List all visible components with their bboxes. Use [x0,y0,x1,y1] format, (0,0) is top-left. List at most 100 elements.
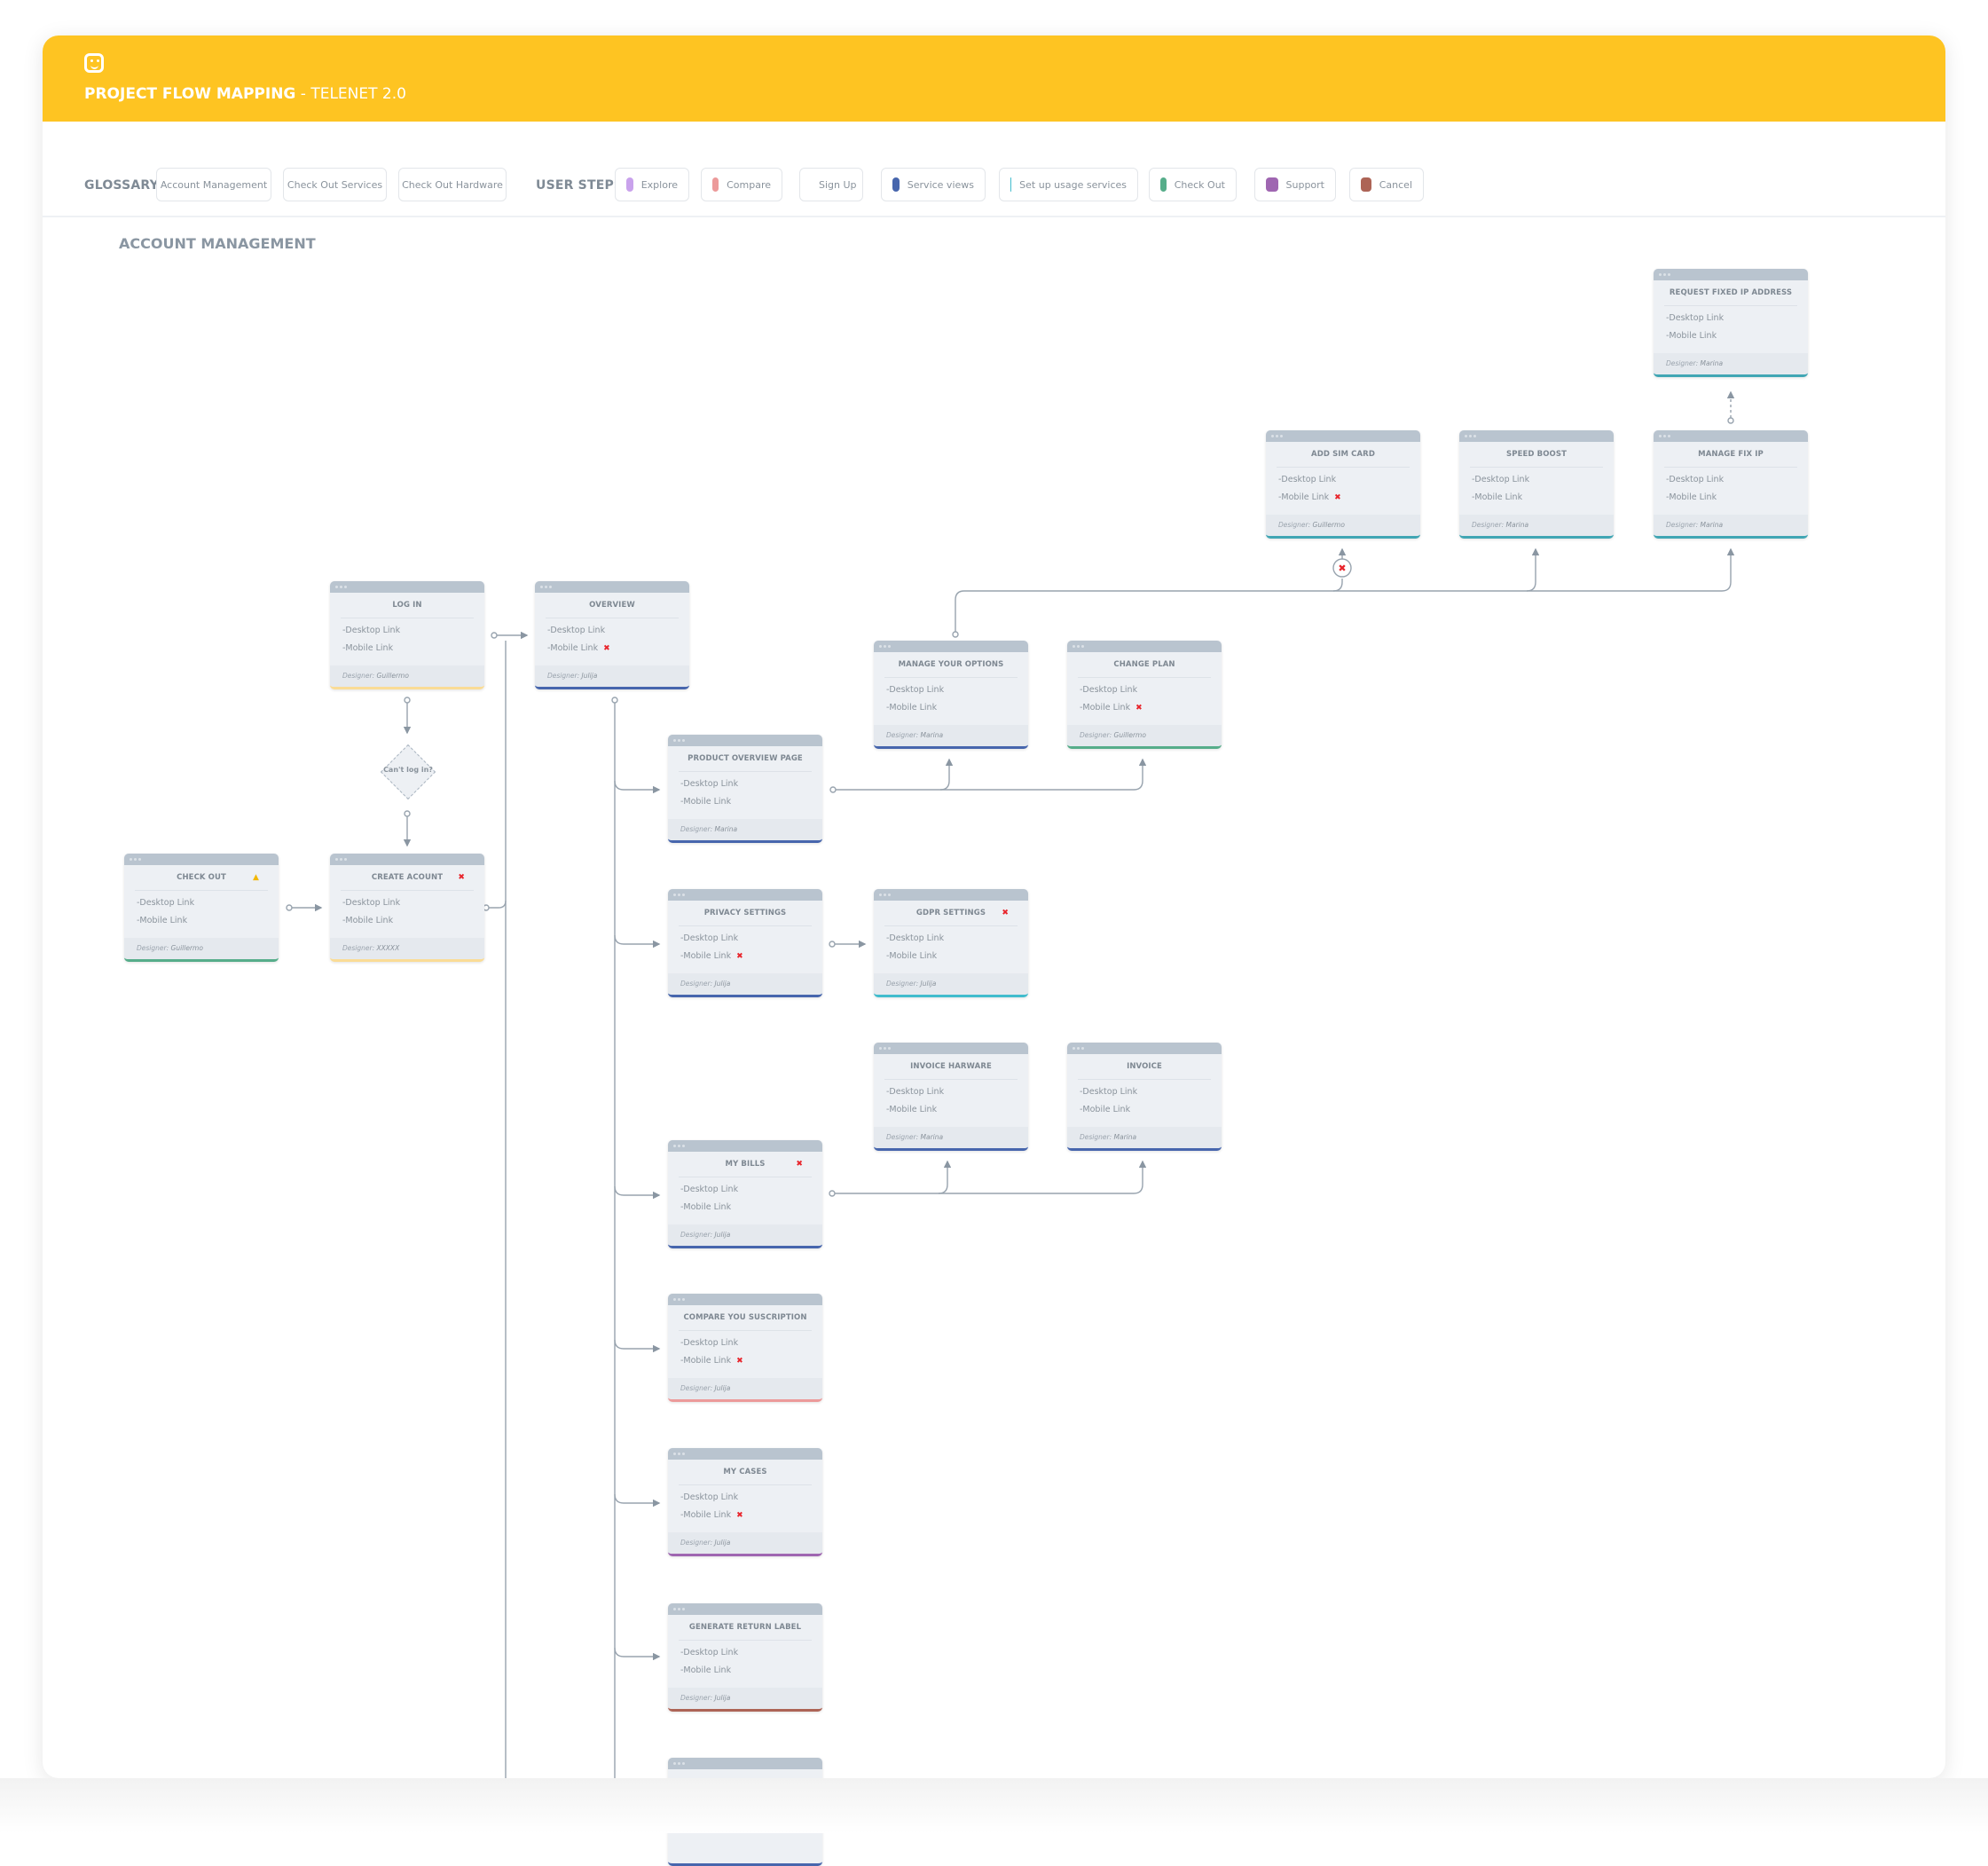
card-window-bar [124,854,279,865]
card-manage-your-options[interactable]: MANAGE YOUR OPTIONS -Desktop Link -Mobile … [874,641,1028,749]
mobile-link[interactable]: -Mobile Link [886,699,1028,717]
designer-prefix: Designer: [680,1231,715,1239]
card-title-text: INVOICE HARWARE [910,1062,992,1071]
card-title-text: MY CASES [723,1468,767,1476]
desktop-link[interactable]: -Desktop Link [886,681,1028,699]
mobile-link[interactable]: -Mobile Link [342,912,484,930]
window-dot-icon [1073,645,1075,648]
card-designer: Designer: Julija [874,973,1028,995]
mobile-link[interactable]: -Mobile Link [342,640,484,657]
error-icon: ✖ [736,1357,743,1366]
window-dot-icon [884,894,886,896]
card-change-plan[interactable]: CHANGE PLAN -Desktop Link -Mobile Link ✖ Des… [1067,641,1222,749]
desktop-link[interactable]: -Desktop Link [342,894,484,912]
decision-cant-log-in[interactable]: Can't log in? [380,744,436,800]
window-dot-icon [1659,435,1662,437]
card-privacy-settings[interactable]: PRIVACY SETTINGS -Desktop Link -Mobile Lin… [668,889,822,997]
designer-name: Julija [714,1384,731,1392]
card-designer: Designer: Marina [1067,1127,1222,1148]
card-window-bar [330,854,484,865]
desktop-link[interactable]: -Desktop Link [680,776,822,793]
window-dot-icon [678,1145,680,1147]
desktop-link[interactable]: -Desktop Link [680,1489,822,1507]
card-create-account[interactable]: CREATE ACOUNT ✖ -Desktop Link -Mobile Link D… [330,854,484,962]
card-title: GENERATE RETURN LABEL [679,1615,812,1641]
desktop-link[interactable]: -Desktop Link [1472,471,1614,489]
designer-prefix: Designer: [680,1694,715,1702]
desktop-link[interactable]: -Desktop Link [680,1181,822,1199]
desktop-link[interactable]: -Desktop Link [1080,681,1222,699]
card-my-bills[interactable]: MY BILLS ✖ -Desktop Link -Mobile Link Design… [668,1140,822,1248]
card-generate-return-label[interactable]: GENERATE RETURN LABEL -Desktop Link -Mobil… [668,1603,822,1712]
card-request-fixed-ip-address[interactable]: REQUEST FIXED IP ADDRESS -Desktop Link -Mo… [1654,269,1808,377]
mobile-link[interactable]: -Mobile Link ✖ [547,640,689,657]
desktop-link[interactable]: -Desktop Link [547,622,689,640]
mobile-link[interactable]: -Mobile Link [680,1662,822,1680]
card-gdpr-settings[interactable]: GDPR SETTINGS ✖ -Desktop Link -Mobile Link D… [874,889,1028,997]
desktop-link[interactable]: -Desktop Link [1666,310,1808,327]
card-window-bar [874,889,1028,901]
desktop-link[interactable]: -Desktop Link [137,894,279,912]
window-dot-icon [1081,645,1084,648]
card-designer: Designer: XXXXX [330,938,484,959]
mobile-link[interactable]: -Mobile Link [1080,1101,1222,1119]
mobile-link[interactable]: -Mobile Link [137,912,279,930]
card-compare-subscription[interactable]: COMPARE YOU SUSCRIPTION -Desktop Link -Mob… [668,1294,822,1402]
mobile-link[interactable]: -Mobile Link [886,1101,1028,1119]
mobile-link[interactable]: -Mobile Link [1666,489,1808,507]
card-window-bar [874,641,1028,652]
mobile-link[interactable]: -Mobile Link ✖ [1080,699,1222,717]
card-product-overview-page[interactable]: PRODUCT OVERVIEW PAGE -Desktop Link -Mobil… [668,735,822,843]
window-dot-icon [549,586,552,588]
desktop-link[interactable]: -Desktop Link [1080,1083,1222,1101]
mobile-link-text: -Mobile Link [547,643,599,653]
desktop-link[interactable]: -Desktop Link [680,1335,822,1352]
error-icon: ✖ [603,644,610,653]
error-icon: ✖ [1334,493,1341,502]
mobile-link[interactable]: -Mobile Link ✖ [680,1352,822,1370]
card-log-in[interactable]: LOG IN -Desktop Link -Mobile Link Designer:… [330,581,484,689]
mobile-link[interactable]: -Mobile Link [1666,327,1808,345]
card-title-text: CHANGE PLAN [1113,660,1175,669]
window-dot-icon [682,1608,685,1610]
mobile-link[interactable]: -Mobile Link ✖ [680,1507,822,1524]
desktop-link[interactable]: -Desktop Link [886,1083,1028,1101]
mobile-link[interactable]: -Mobile Link [886,948,1028,965]
desktop-link[interactable]: -Desktop Link [886,930,1028,948]
mobile-link[interactable]: -Mobile Link [680,793,822,811]
mobile-link[interactable]: -Mobile Link ✖ [680,948,822,965]
mobile-link[interactable]: -Mobile Link [1472,489,1614,507]
designer-name: Guillermo [170,944,203,952]
error-icon: ✖ [1135,704,1143,713]
card-my-cases[interactable]: MY CASES -Desktop Link -Mobile Link ✖ Design… [668,1448,822,1556]
card-check-out[interactable]: CHECK OUT ▲ -Desktop Link -Mobile Link Desig… [124,854,279,962]
card-manage-fix-ip[interactable]: MANAGE FIX IP -Desktop Link -Mobile Link De… [1654,430,1808,539]
card-overview[interactable]: OVERVIEW -Desktop Link -Mobile Link ✖ Design… [535,581,689,689]
window-dot-icon [673,1145,676,1147]
card-add-sim-card[interactable]: ADD SIM CARD -Desktop Link -Mobile Link ✖ De… [1266,430,1420,539]
error-icon: ✖ [458,873,465,882]
window-dot-icon [673,1453,676,1455]
card-title: MY CASES [679,1460,812,1485]
card-invoice-hardware[interactable]: INVOICE HARWARE -Desktop Link -Mobile Link… [874,1043,1028,1151]
window-dot-icon [678,739,680,742]
window-dot-icon [335,858,338,861]
window-dot-icon [682,1453,685,1455]
designer-name: Guillermo [1312,521,1345,529]
card-title-text: OVERVIEW [589,601,635,610]
card-speed-boost[interactable]: SPEED BOOST -Desktop Link -Mobile Link Desi… [1459,430,1614,539]
desktop-link[interactable]: -Desktop Link [1278,471,1420,489]
desktop-link[interactable]: -Desktop Link [342,622,484,640]
card-invoice[interactable]: INVOICE -Desktop Link -Mobile Link Designer… [1067,1043,1222,1151]
desktop-link[interactable]: -Desktop Link [680,1644,822,1662]
desktop-link[interactable]: -Desktop Link [680,930,822,948]
window-dot-icon [335,586,338,588]
designer-prefix: Designer: [1080,1133,1114,1141]
mobile-link[interactable]: -Mobile Link ✖ [1278,489,1420,507]
desktop-link[interactable]: -Desktop Link [1666,471,1808,489]
card-window-bar [535,581,689,593]
mobile-link[interactable]: -Mobile Link [680,1199,822,1216]
window-dot-icon [678,1608,680,1610]
card-links: -Desktop Link -Mobile Link [668,1177,822,1225]
card-window-bar [1654,269,1808,280]
